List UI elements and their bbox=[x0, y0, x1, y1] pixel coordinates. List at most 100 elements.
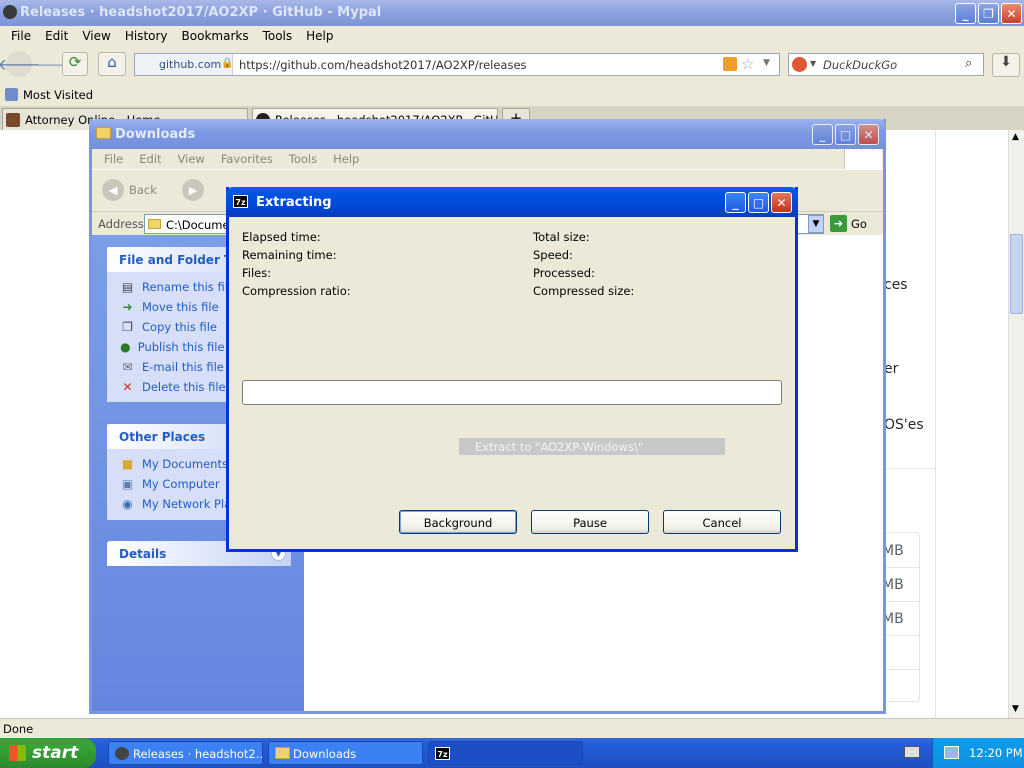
explorer-title-bar[interactable]: Downloads _ □ ✕ bbox=[89, 119, 886, 149]
reload-button[interactable]: ⟳ bbox=[62, 52, 88, 76]
menu-file[interactable]: File bbox=[4, 29, 38, 43]
menu-view[interactable]: View bbox=[75, 29, 117, 43]
start-label: start bbox=[32, 743, 79, 763]
explorer-close-button[interactable]: ✕ bbox=[858, 124, 879, 145]
download-icon[interactable]: ⬇ bbox=[992, 53, 1020, 77]
extract-dialog-title-bar[interactable]: 7z Extracting _ □ ✕ bbox=[226, 187, 798, 217]
browser-window-title: Releases · headshot2017/AO2XP · GitHub -… bbox=[20, 5, 382, 20]
menu-tools[interactable]: Tools bbox=[256, 29, 300, 43]
task-label: E-mail this file bbox=[142, 360, 224, 374]
taskbar-item-7zip[interactable]: 7z bbox=[428, 741, 583, 765]
explorer-minimize-button[interactable]: _ bbox=[812, 124, 833, 145]
menu-bookmarks[interactable]: Bookmarks bbox=[175, 29, 256, 43]
task-label: Move this file bbox=[142, 300, 219, 314]
start-button[interactable]: start bbox=[0, 738, 96, 768]
explorer-menu-tools[interactable]: Tools bbox=[281, 152, 325, 166]
menu-history[interactable]: History bbox=[118, 29, 175, 43]
pause-button[interactable]: Pause bbox=[531, 510, 649, 534]
keyboard-icon[interactable] bbox=[904, 746, 920, 758]
url-text[interactable]: https://github.com/headshot2017/AO2XP/re… bbox=[239, 58, 527, 72]
computer-icon: ▣ bbox=[121, 477, 134, 491]
move-icon: ➜ bbox=[122, 300, 133, 314]
browser-app-icon bbox=[3, 5, 17, 19]
lock-icon: 🔒 bbox=[221, 58, 234, 69]
page-column-border bbox=[935, 130, 936, 718]
scroll-down-icon[interactable]: ▼ bbox=[1012, 704, 1019, 714]
elapsed-time-label: Elapsed time: bbox=[242, 230, 321, 244]
explorer-maximize-button[interactable]: □ bbox=[835, 124, 856, 145]
address-dropdown-icon[interactable]: ▼ bbox=[808, 215, 824, 233]
network-icon: ◉ bbox=[122, 497, 133, 511]
minimize-button[interactable]: _ bbox=[955, 3, 976, 24]
url-bar[interactable]: github.com 🔒 https://github.com/headshot… bbox=[134, 53, 780, 76]
explorer-menu-view[interactable]: View bbox=[170, 152, 213, 166]
page-divider bbox=[884, 468, 936, 469]
compressed-size-label: Compressed size: bbox=[533, 284, 635, 298]
search-bar[interactable]: ▼ DuckDuckGo ⌕ bbox=[788, 53, 984, 76]
search-icon[interactable]: ⌕ bbox=[965, 56, 972, 71]
background-button[interactable]: Background bbox=[399, 510, 517, 534]
forward-arrow-icon[interactable]: ▶ bbox=[182, 179, 204, 201]
email-icon: ✉ bbox=[122, 360, 133, 374]
browser-title-bar[interactable]: Releases · headshot2017/AO2XP · GitHub -… bbox=[0, 0, 1024, 26]
go-label: Go bbox=[851, 216, 867, 231]
explorer-menu-file[interactable]: File bbox=[96, 152, 131, 166]
attorney-online-icon bbox=[6, 113, 20, 127]
assets-list: MB MB MB bbox=[880, 532, 920, 702]
folder-icon: ■ bbox=[121, 457, 134, 471]
system-tray: 12:20 PM bbox=[932, 738, 1024, 768]
duckduckgo-icon[interactable] bbox=[792, 57, 807, 72]
explorer-title: Downloads bbox=[115, 127, 196, 142]
explorer-menu-help[interactable]: Help bbox=[325, 152, 367, 166]
explorer-menu-favorites[interactable]: Favorites bbox=[213, 152, 281, 166]
search-input[interactable]: DuckDuckGo bbox=[823, 58, 897, 72]
menu-help[interactable]: Help bbox=[299, 29, 340, 43]
browser-app-icon bbox=[115, 747, 129, 760]
network-tray-icon[interactable] bbox=[944, 746, 959, 759]
dialog-minimize-button[interactable]: _ bbox=[725, 192, 746, 213]
place-label: My Documents bbox=[142, 457, 228, 471]
windows-logo-icon bbox=[9, 745, 26, 761]
taskbar-item-downloads[interactable]: Downloads bbox=[268, 741, 423, 765]
dialog-close-button[interactable]: ✕ bbox=[771, 192, 792, 213]
page-text-fragment: er bbox=[884, 361, 899, 377]
bookmark-most-visited[interactable]: Most Visited bbox=[23, 88, 93, 102]
back-button[interactable]: 🡐 bbox=[0, 51, 40, 77]
back-arrow-icon: ◀ bbox=[102, 179, 124, 201]
compression-ratio-label: Compression ratio: bbox=[242, 284, 351, 298]
place-label: My Computer bbox=[142, 477, 220, 491]
status-bar: Done bbox=[0, 718, 1024, 738]
search-engine-dropdown-icon[interactable]: ▼ bbox=[810, 59, 816, 68]
extract-progress-bar bbox=[242, 380, 782, 405]
go-arrow-icon: ➜ bbox=[830, 215, 847, 232]
remaining-time-label: Remaining time: bbox=[242, 248, 337, 262]
total-size-label: Total size: bbox=[533, 230, 590, 244]
speed-label: Speed: bbox=[533, 248, 573, 262]
url-dropdown-icon[interactable]: ▼ bbox=[763, 58, 770, 68]
taskbar-item-label: Releases · headshot2... bbox=[133, 747, 263, 761]
page-scrollbar[interactable]: ▲ ▼ bbox=[1008, 130, 1024, 718]
copy-icon: ❐ bbox=[122, 320, 133, 334]
bookmark-folder-icon bbox=[5, 88, 18, 101]
scroll-up-icon[interactable]: ▲ bbox=[1012, 132, 1019, 142]
cancel-button[interactable]: Cancel bbox=[663, 510, 781, 534]
bookmark-star-icon[interactable]: ☆ bbox=[741, 55, 754, 73]
restore-button[interactable]: ❐ bbox=[978, 3, 999, 24]
folder-icon bbox=[275, 747, 290, 759]
explorer-back-button[interactable]: ◀ Back bbox=[102, 179, 157, 201]
extract-destination: Extract to "AO2XP-Windows\" bbox=[459, 438, 725, 455]
close-button[interactable]: ✕ bbox=[1001, 3, 1022, 24]
rss-icon[interactable] bbox=[723, 57, 737, 71]
go-button[interactable]: ➜ Go bbox=[830, 215, 867, 232]
dialog-maximize-button[interactable]: □ bbox=[748, 192, 769, 213]
7zip-icon: 7z bbox=[233, 195, 248, 208]
site-identity-button[interactable]: github.com bbox=[135, 54, 233, 75]
scrollbar-thumb[interactable] bbox=[1010, 234, 1023, 314]
delete-icon: ✕ bbox=[122, 380, 133, 394]
explorer-menu-edit[interactable]: Edit bbox=[131, 152, 169, 166]
menu-edit[interactable]: Edit bbox=[38, 29, 75, 43]
clock[interactable]: 12:20 PM bbox=[969, 746, 1023, 760]
taskbar-item-label: Downloads bbox=[293, 747, 357, 761]
home-button[interactable]: ⌂ bbox=[98, 52, 126, 76]
taskbar-item-browser[interactable]: Releases · headshot2... bbox=[108, 741, 263, 765]
